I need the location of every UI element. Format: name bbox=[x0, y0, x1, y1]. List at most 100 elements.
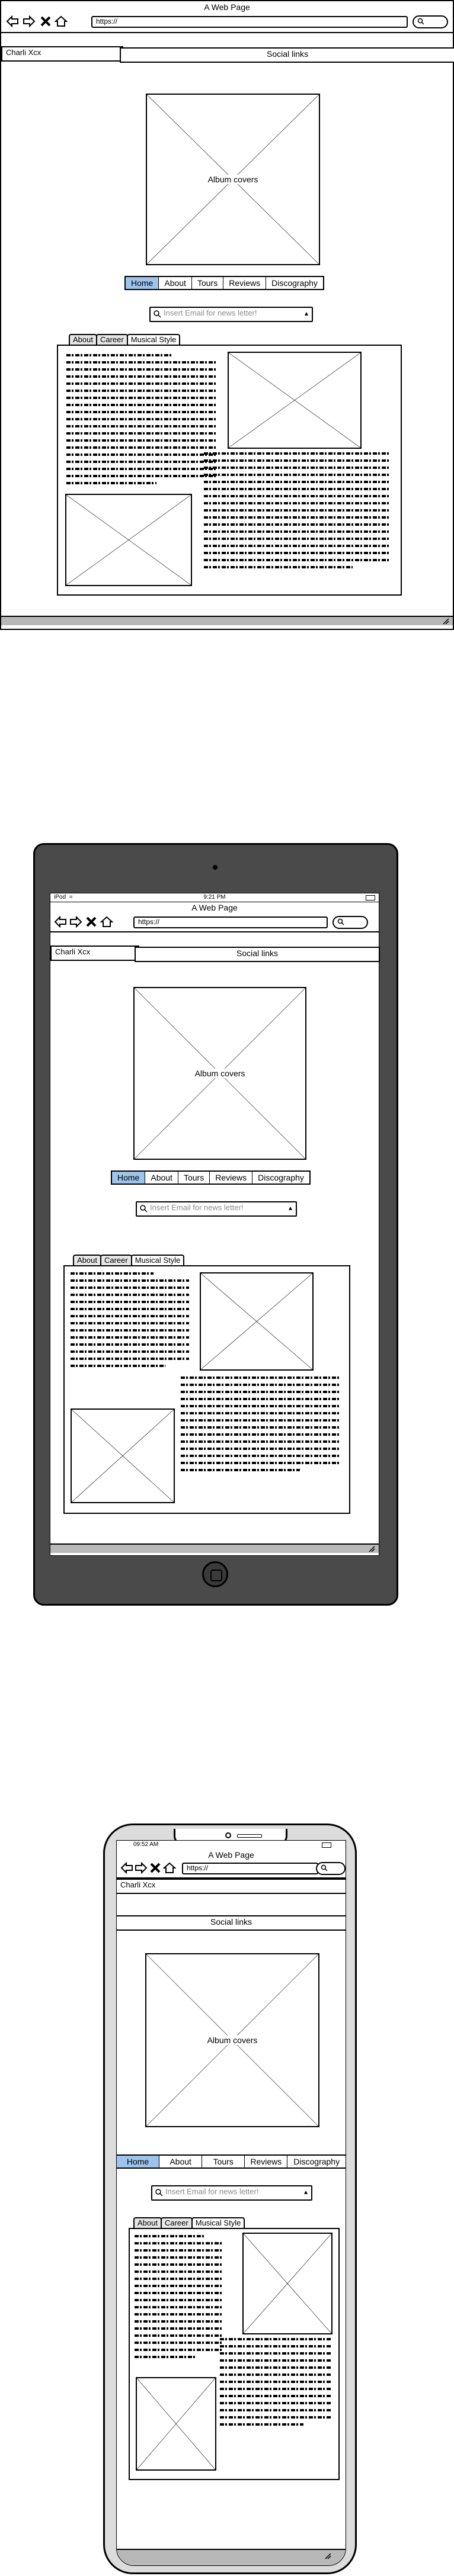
home-icon[interactable] bbox=[55, 15, 68, 27]
newsletter-placeholder: Insert Email for news letter! bbox=[165, 2187, 259, 2196]
camera-icon bbox=[213, 865, 218, 870]
nav-home[interactable]: Home bbox=[112, 1172, 146, 1184]
tab-musical-style[interactable]: Musical Style bbox=[130, 1255, 185, 1266]
nav-reviews[interactable]: Reviews bbox=[210, 1172, 253, 1184]
back-arrow-icon[interactable] bbox=[120, 1862, 133, 1874]
nav-home[interactable]: Home bbox=[117, 2156, 160, 2167]
back-arrow-icon[interactable] bbox=[6, 15, 19, 27]
home-icon[interactable] bbox=[100, 916, 113, 928]
tablet-status-bar: iPod ≈ 9:21 PM bbox=[50, 893, 379, 902]
phone-browser-window: 09:52 AM A Web Page https:// Charli Xcx … bbox=[116, 1840, 346, 2566]
footer bbox=[50, 1543, 379, 1553]
social-links[interactable]: Social links bbox=[117, 1915, 346, 1931]
newsletter-email-input[interactable]: Insert Email for news letter! ▴ bbox=[136, 1201, 297, 1217]
url-input[interactable]: https:// bbox=[182, 1863, 318, 1874]
nav-discography[interactable]: Discography bbox=[266, 277, 323, 289]
browser-search-field[interactable] bbox=[413, 15, 448, 28]
url-input[interactable]: https:// bbox=[133, 916, 328, 928]
social-links[interactable]: Social links bbox=[120, 47, 454, 63]
nav-reviews[interactable]: Reviews bbox=[223, 277, 267, 289]
brand-name: Charli Xcx bbox=[50, 946, 139, 961]
text-block bbox=[71, 1272, 189, 1372]
spinner-icon: ▴ bbox=[303, 2188, 308, 2196]
browser-search-field[interactable] bbox=[316, 1862, 346, 1875]
newsletter-placeholder: Insert Email for news letter! bbox=[164, 308, 257, 317]
browser-toolbar: https:// bbox=[1, 13, 453, 30]
brand-name: Charli Xcx bbox=[117, 1879, 346, 1894]
nav-tours[interactable]: Tours bbox=[191, 277, 224, 289]
content-image-1 bbox=[242, 2233, 332, 2334]
tab-about[interactable]: About bbox=[133, 2217, 162, 2229]
newsletter-email-input[interactable]: Insert Email for news letter! ▴ bbox=[151, 2185, 312, 2201]
nav-home[interactable]: Home bbox=[126, 277, 159, 289]
nav-reviews[interactable]: Reviews bbox=[245, 2156, 288, 2167]
resize-grip-icon[interactable] bbox=[324, 2552, 331, 2559]
close-x-icon[interactable] bbox=[149, 1862, 162, 1874]
content-image-1 bbox=[228, 352, 362, 449]
battery-icon bbox=[366, 895, 375, 901]
url-input[interactable]: https:// bbox=[91, 16, 408, 28]
text-block bbox=[181, 1377, 340, 1476]
album-covers-image: Album covers bbox=[145, 1953, 319, 2127]
tab-career[interactable]: Career bbox=[100, 1255, 132, 1266]
text-block bbox=[204, 452, 390, 573]
search-icon bbox=[417, 18, 424, 25]
window-title: A Web Page bbox=[204, 2, 250, 12]
nav-discography[interactable]: Discography bbox=[252, 1172, 309, 1184]
nav-about[interactable]: About bbox=[159, 2156, 203, 2167]
forward-arrow-icon[interactable] bbox=[69, 916, 82, 928]
nav-about[interactable]: About bbox=[145, 1172, 178, 1184]
search-icon bbox=[154, 310, 161, 318]
social-links[interactable]: Social links bbox=[135, 947, 380, 962]
forward-arrow-icon[interactable] bbox=[135, 1862, 148, 1874]
main-nav: Home About Tours Reviews Discography bbox=[111, 1170, 311, 1185]
tab-musical-style[interactable]: Musical Style bbox=[191, 2217, 245, 2229]
close-x-icon[interactable] bbox=[85, 916, 98, 928]
home-icon[interactable] bbox=[163, 1862, 176, 1874]
tab-career[interactable]: Career bbox=[95, 334, 128, 346]
status-time: 09:52 AM bbox=[133, 1841, 159, 1848]
footer bbox=[1, 616, 453, 625]
search-icon bbox=[321, 1864, 328, 1871]
text-block bbox=[135, 2235, 223, 2363]
resize-grip-icon[interactable] bbox=[442, 618, 449, 625]
desktop-browser-window: A Web Page https:// Charli Xcx Social li… bbox=[0, 0, 454, 630]
phone-status-bar: 09:52 AM bbox=[117, 1841, 346, 1849]
nav-about[interactable]: About bbox=[159, 277, 192, 289]
nav-tours[interactable]: Tours bbox=[178, 1172, 210, 1184]
text-block bbox=[66, 354, 217, 489]
browser-toolbar: https:// bbox=[50, 914, 379, 930]
home-button-icon[interactable] bbox=[202, 1561, 228, 1587]
tab-bar: About Career Musical Style bbox=[133, 2217, 245, 2229]
newsletter-placeholder: Insert Email for news letter! bbox=[150, 1203, 244, 1212]
main-nav: Home About Tours Reviews Discography bbox=[124, 276, 324, 290]
back-arrow-icon[interactable] bbox=[54, 916, 67, 928]
content-image-2 bbox=[71, 1408, 175, 1503]
tablet-browser-window: iPod ≈ 9:21 PM A Web Page https:// Charl… bbox=[50, 893, 380, 1556]
tab-bar: About Career Musical Style bbox=[73, 1255, 185, 1266]
text-block bbox=[220, 2338, 331, 2430]
resize-grip-icon[interactable] bbox=[368, 1545, 375, 1552]
footer bbox=[117, 2549, 346, 2565]
status-time: 9:21 PM bbox=[203, 894, 226, 901]
album-covers-image: Album covers bbox=[146, 94, 320, 265]
battery-icon bbox=[322, 1842, 331, 1848]
tab-bar: About Career Musical Style bbox=[69, 334, 181, 346]
newsletter-email-input[interactable]: Insert Email for news letter! ▴ bbox=[149, 307, 313, 322]
content-image-2 bbox=[65, 494, 192, 586]
tab-career[interactable]: Career bbox=[160, 2217, 193, 2229]
browser-search-field[interactable] bbox=[332, 916, 368, 929]
tab-about[interactable]: About bbox=[73, 1255, 101, 1266]
spinner-icon: ▴ bbox=[304, 309, 308, 317]
nav-discography[interactable]: Discography bbox=[287, 2156, 346, 2167]
nav-tours[interactable]: Tours bbox=[202, 2156, 245, 2167]
brand-name: Charli Xcx bbox=[1, 46, 123, 62]
close-x-icon[interactable] bbox=[39, 15, 52, 27]
tab-musical-style[interactable]: Musical Style bbox=[126, 334, 181, 346]
forward-arrow-icon[interactable] bbox=[23, 15, 36, 27]
speaker-slot bbox=[237, 1834, 262, 1838]
tab-panel bbox=[57, 345, 402, 596]
tab-about[interactable]: About bbox=[69, 334, 97, 346]
content-image-2 bbox=[136, 2377, 216, 2471]
content-image-1 bbox=[200, 1272, 314, 1371]
